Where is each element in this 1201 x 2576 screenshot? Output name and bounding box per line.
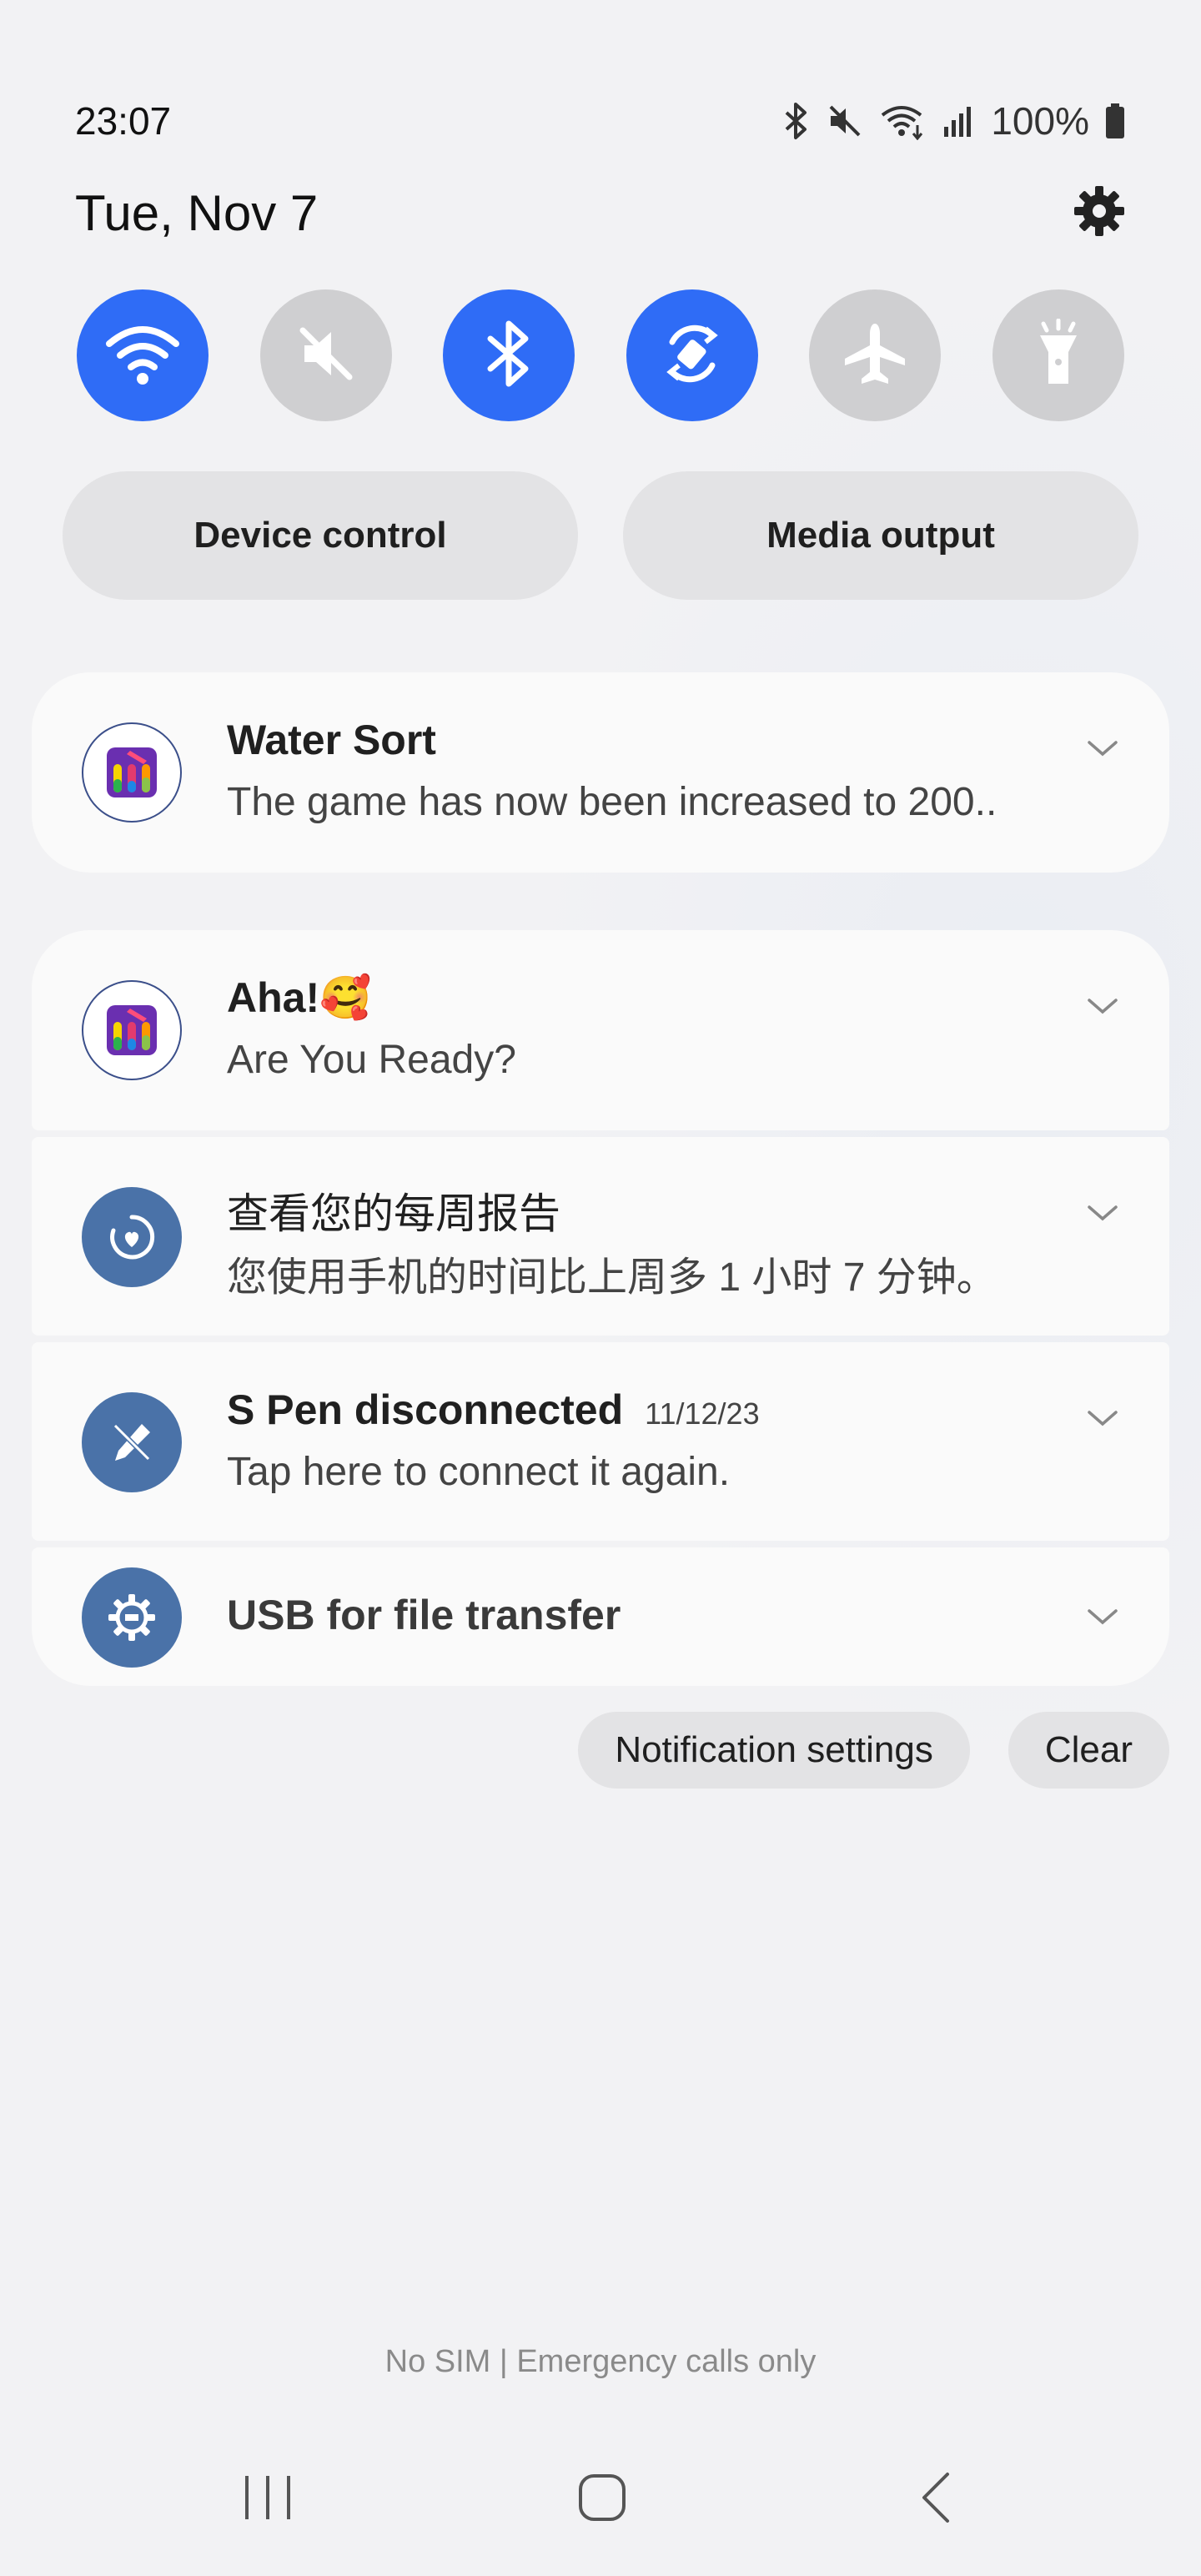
wifi-icon bbox=[879, 102, 927, 140]
water-sort-app-icon bbox=[82, 722, 182, 823]
notification-text: Tap here to connect it again. bbox=[227, 1450, 731, 1494]
notification-weekly-report[interactable]: 查看您的每周报告 您使用手机的时间比上周多 1 小时 7 分钟。 bbox=[32, 1137, 1169, 1336]
notification-text: 您使用手机的时间比上周多 1 小时 7 分钟。 bbox=[227, 1255, 997, 1300]
back-icon[interactable] bbox=[917, 2471, 954, 2528]
s-pen-icon bbox=[82, 1392, 182, 1492]
clock: 23:07 bbox=[75, 99, 172, 143]
digital-wellbeing-icon bbox=[82, 1187, 182, 1287]
notification-usb[interactable]: USB for file transfer bbox=[32, 1547, 1169, 1686]
notification-title: Water Sort bbox=[227, 717, 436, 763]
chevron-down-icon[interactable] bbox=[1086, 1204, 1119, 1224]
chevron-down-icon[interactable] bbox=[1086, 997, 1119, 1017]
mute-icon bbox=[293, 320, 359, 391]
notification-title: USB for file transfer bbox=[227, 1592, 621, 1638]
flashlight-icon bbox=[1033, 318, 1083, 393]
auto-rotate-toggle[interactable] bbox=[626, 289, 758, 421]
notification-text: The game has now been increased to 200.. bbox=[227, 780, 997, 824]
notification-panel: 23:07 100% Tue, Nov 7 Device control Med… bbox=[0, 0, 1201, 2576]
notification-text: Are You Ready? bbox=[227, 1038, 516, 1082]
sound-toggle[interactable] bbox=[259, 289, 392, 421]
gear-icon[interactable] bbox=[1073, 184, 1126, 242]
chevron-down-icon[interactable] bbox=[1086, 739, 1119, 759]
home-icon[interactable] bbox=[575, 2471, 629, 2528]
navigation-bar bbox=[0, 2461, 1201, 2536]
signal-icon bbox=[942, 102, 976, 140]
media-output-button[interactable]: Media output bbox=[623, 471, 1138, 600]
notification-date: 11/12/23 bbox=[645, 1396, 760, 1431]
wifi-icon bbox=[104, 320, 181, 391]
clear-button[interactable]: Clear bbox=[1008, 1712, 1169, 1789]
notification-actions: Notification settings Clear bbox=[578, 1712, 1169, 1789]
mute-icon bbox=[826, 102, 864, 140]
status-bar: 23:07 100% bbox=[75, 92, 1126, 150]
notification-title: Aha!🥰 bbox=[227, 974, 372, 1021]
flashlight-toggle[interactable] bbox=[992, 289, 1124, 421]
notification-settings-button[interactable]: Notification settings bbox=[578, 1712, 970, 1789]
bluetooth-icon bbox=[484, 319, 534, 393]
status-icons: 100% bbox=[782, 98, 1126, 143]
bluetooth-toggle[interactable] bbox=[443, 289, 575, 421]
chevron-down-icon[interactable] bbox=[1086, 1409, 1119, 1429]
notification-aha[interactable]: Aha!🥰 Are You Ready? bbox=[32, 930, 1169, 1130]
notification-water-sort[interactable]: Water Sort The game has now been increas… bbox=[32, 672, 1169, 873]
airplane-mode-toggle[interactable] bbox=[809, 289, 942, 421]
quick-toggles bbox=[77, 289, 1124, 423]
auto-rotate-icon bbox=[656, 317, 729, 395]
bluetooth-icon bbox=[782, 102, 811, 140]
recent-apps-icon[interactable] bbox=[242, 2471, 294, 2528]
battery-icon bbox=[1104, 102, 1126, 140]
date: Tue, Nov 7 bbox=[75, 184, 319, 241]
notification-title: 查看您的每周报告 bbox=[227, 1190, 560, 1237]
water-sort-app-icon bbox=[82, 980, 182, 1080]
carrier-status: No SIM | Emergency calls only bbox=[384, 2344, 817, 2379]
battery-percent: 100% bbox=[991, 99, 1089, 143]
chevron-down-icon[interactable] bbox=[1086, 1607, 1119, 1628]
date-row: Tue, Nov 7 bbox=[75, 179, 1126, 246]
notification-title: S Pen disconnected 11/12/23 bbox=[227, 1386, 760, 1434]
airplane-icon bbox=[840, 319, 910, 393]
wifi-toggle[interactable] bbox=[77, 289, 209, 421]
notification-title-text: S Pen disconnected bbox=[227, 1386, 624, 1433]
usb-settings-icon bbox=[82, 1567, 182, 1668]
device-control-button[interactable]: Device control bbox=[63, 471, 578, 600]
notification-s-pen[interactable]: S Pen disconnected 11/12/23 Tap here to c… bbox=[32, 1342, 1169, 1541]
control-buttons: Device control Media output bbox=[63, 471, 1138, 600]
